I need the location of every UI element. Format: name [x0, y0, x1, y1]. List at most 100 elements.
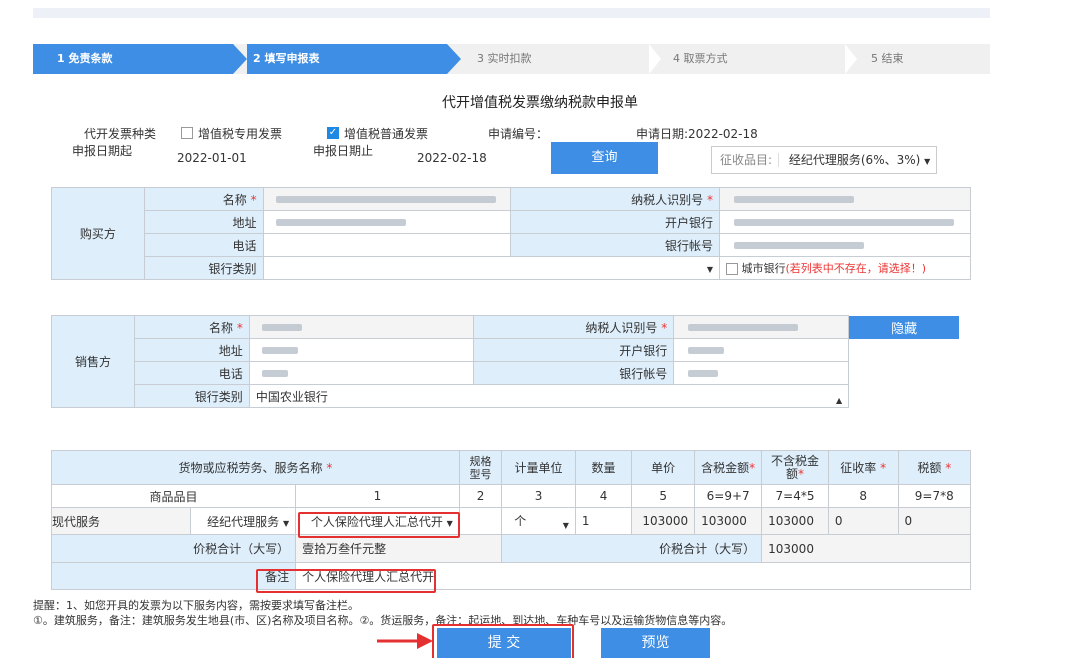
index-8: 8 [827, 484, 899, 508]
required-mark: * [798, 466, 805, 481]
seller-bank-type-select[interactable]: 中国农业银行 ▲ [248, 384, 850, 408]
index-5: 5 [631, 484, 696, 508]
rate-field[interactable]: 0 [827, 507, 899, 535]
goods-table: 货物或应税劳务、服务名称 * 规格型号 计量单位 数量 单价 含税金额* 不含税… [50, 450, 972, 590]
seller-bank-type-value: 中国农业银行 [255, 389, 328, 404]
required-mark: * [945, 461, 952, 475]
highlight-remark [256, 569, 436, 593]
required-mark: * [250, 192, 257, 207]
item-select[interactable]: 经纪代理服务 ▼ [190, 507, 297, 535]
index-category: 商品品目 [50, 484, 297, 508]
buyer-taxid-text: 纳税人识别号 [631, 192, 704, 207]
seller-account-field[interactable] [673, 361, 850, 385]
seller-phone-field[interactable] [248, 361, 475, 385]
buyer-address-label: 地址 [143, 210, 264, 234]
spec-field[interactable] [458, 507, 503, 535]
seller-name-text: 名称 [208, 320, 233, 335]
goods-category: 现代服务 [50, 507, 192, 535]
goods-header-price: 单价 [631, 450, 696, 485]
step-2-label: 2 填写申报表 [253, 52, 320, 65]
special-invoice-checkbox[interactable] [181, 127, 193, 139]
redacted-text [261, 370, 288, 377]
step-2-arrow [447, 44, 461, 74]
preview-button[interactable]: 预览 [601, 628, 710, 658]
redacted-text [734, 196, 855, 203]
query-button[interactable]: 查询 [551, 142, 658, 174]
hide-button[interactable]: 隐藏 [849, 315, 960, 339]
required-mark: * [326, 461, 333, 475]
seller-taxid-field[interactable] [673, 315, 850, 339]
step-3[interactable]: 3 实时扣款 [473, 44, 643, 74]
page-title: 代开增值税发票缴纳税款申报单 [442, 95, 638, 111]
buyer-section-label: 购买方 [51, 187, 145, 280]
end-date-label: 申报日期止 [313, 144, 374, 158]
notes-line-2: ①。建筑服务，备注：建筑服务发生地县(市、区)名称及项目名称。②。货运服务，备注… [33, 614, 733, 627]
redacted-text [275, 219, 406, 226]
step-4[interactable]: 4 取票方式 [667, 44, 837, 74]
chevron-down-icon: ▼ [706, 265, 714, 274]
redacted-text [261, 347, 298, 354]
hide-button-cell: 隐藏 [849, 315, 971, 339]
unit-select[interactable]: 个 ▼ [501, 507, 576, 535]
red-arrow-icon [377, 633, 433, 649]
required-mark: * [880, 461, 887, 475]
empty-cell [849, 362, 971, 385]
seller-taxid-text: 纳税人识别号 [585, 320, 658, 335]
step-5-label: 5 结束 [871, 52, 904, 65]
step-2[interactable]: 2 填写申报表 [247, 44, 447, 74]
city-bank-label: 城市银行 [741, 262, 786, 275]
levy-item-select[interactable]: 征收品目: 经纪代理服务(6%、3%) ▼ [711, 146, 937, 174]
seller-name-label: 名称 * [133, 315, 250, 339]
normal-invoice-checkbox[interactable]: ✓ [327, 127, 339, 139]
total-upper-label: 价税合计（大写） [50, 534, 297, 563]
price-field[interactable]: 103000 [631, 507, 696, 535]
apply-no-label: 申请编号： [488, 127, 549, 141]
step-1-label: 1 免责条款 [57, 52, 113, 65]
required-mark: * [236, 320, 243, 335]
redacted-text [261, 324, 302, 331]
seller-bank-field[interactable] [673, 338, 850, 362]
goods-header-amount-tax-text: 含税金额 [701, 461, 750, 475]
buyer-phone-field[interactable] [262, 233, 511, 257]
step-5[interactable]: 5 结束 [863, 44, 983, 74]
redacted-text [734, 242, 865, 249]
seller-bank-type-label: 银行类别 [133, 384, 250, 408]
index-3: 3 [501, 484, 576, 508]
index-1: 1 [295, 484, 460, 508]
buyer-bank-field[interactable] [719, 210, 971, 234]
seller-address-field[interactable] [248, 338, 475, 362]
buyer-account-label: 银行帐号 [509, 233, 721, 257]
buyer-table: 购买方 名称 * 纳税人识别号 * 地址 开户银行 电话 银行帐号 银行类别 ▼… [51, 187, 971, 280]
levy-item-label: 征收品目: [720, 153, 780, 167]
buyer-bank-type-select[interactable]: ▼ [262, 256, 721, 280]
buyer-address-field[interactable] [262, 210, 511, 234]
buyer-account-field[interactable] [719, 233, 971, 257]
buyer-name-label: 名称 * [143, 187, 264, 211]
seller-name-field[interactable] [248, 315, 475, 339]
buyer-taxid-label: 纳税人识别号 * [509, 187, 721, 211]
amount-tax-field[interactable]: 103000 [694, 507, 763, 535]
redacted-text [688, 347, 725, 354]
quantity-field[interactable]: 1 [574, 507, 633, 535]
chevron-down-icon: ▼ [282, 518, 290, 528]
highlight-submit [432, 624, 574, 658]
goods-header-amount: 不含税金额* [761, 450, 829, 485]
step-1[interactable]: 1 免责条款 [33, 44, 233, 74]
total-upper-value: 壹拾万叁仟元整 [295, 534, 503, 563]
city-bank-checkbox[interactable] [726, 263, 739, 275]
notes-line-1: 提醒：1、如您开具的发票为以下服务内容，需按要求填写备注栏。 [33, 599, 359, 612]
buyer-taxid-field[interactable] [719, 187, 971, 211]
end-date-input[interactable]: 2022-02-18 [407, 145, 525, 171]
seller-phone-label: 电话 [133, 361, 250, 385]
amount-field[interactable]: 103000 [761, 507, 829, 535]
index-4: 4 [574, 484, 633, 508]
tax-field[interactable]: 0 [897, 507, 972, 535]
start-date-input[interactable]: 2022-01-01 [167, 145, 285, 171]
step-3-label: 3 实时扣款 [477, 52, 532, 65]
buyer-name-field[interactable] [262, 187, 511, 211]
city-bank-hint: (若列表中不存在，请选择！) [785, 262, 927, 275]
buyer-phone-label: 电话 [143, 233, 264, 257]
index-9: 9=7*8 [897, 484, 972, 508]
required-mark: * [707, 192, 714, 207]
redacted-text [275, 196, 496, 203]
